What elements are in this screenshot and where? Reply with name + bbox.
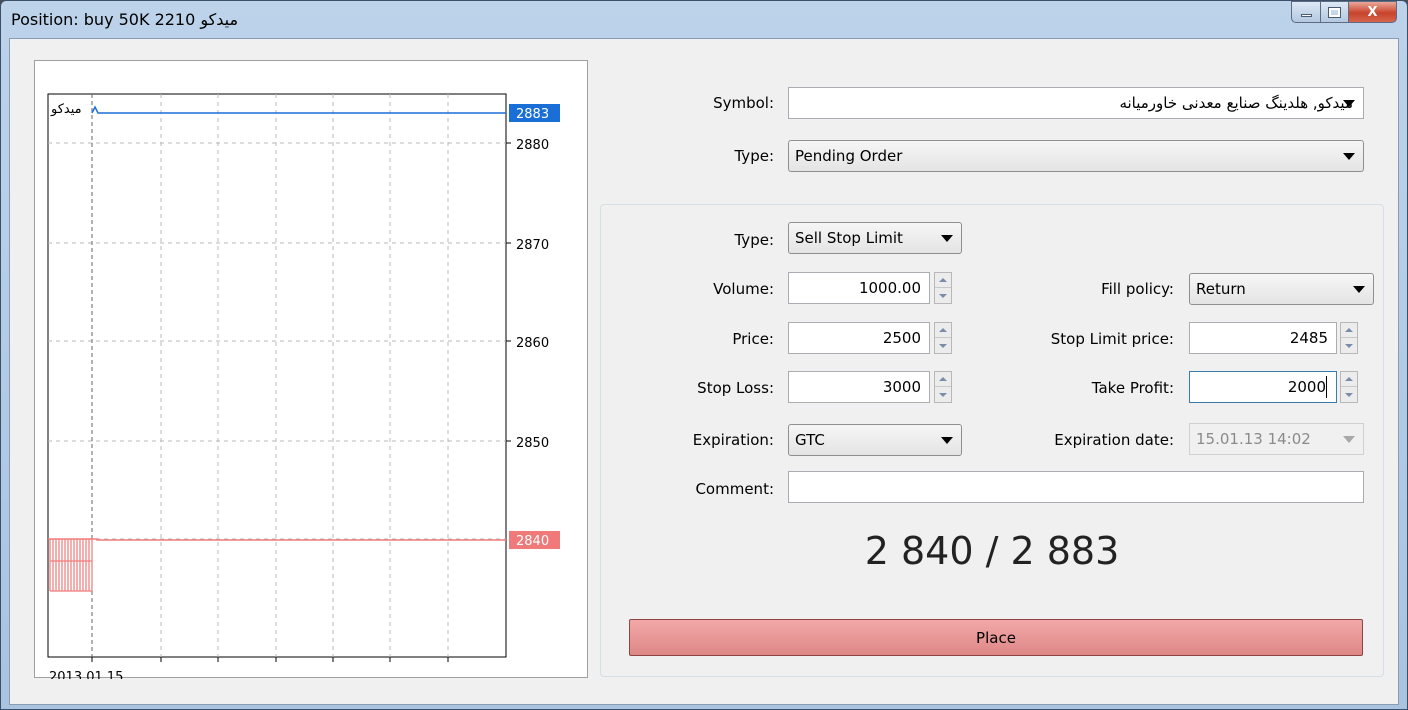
minimize-icon (1300, 14, 1312, 17)
volume-label: Volume: (713, 280, 774, 298)
bid-price-label: 2840 (516, 534, 549, 549)
chevron-down-icon (1343, 100, 1355, 107)
price-stepper[interactable] (934, 322, 952, 354)
stop-limit-price-field[interactable]: 2485 (1189, 322, 1337, 354)
type-value: Pending Order (795, 147, 903, 165)
tick-chart-svg: 2880 2870 2860 2850 2883 2840 میدکو 2013… (47, 93, 560, 679)
chevron-down-icon (1353, 286, 1365, 293)
close-icon: X (1367, 4, 1378, 20)
close-button[interactable]: X (1349, 1, 1397, 23)
plot-area (47, 93, 507, 658)
expiration-date-value: 15.01.13 14:02 (1196, 430, 1311, 448)
chevron-down-icon (941, 235, 953, 242)
stop-limit-price-label: Stop Limit price: (1050, 330, 1174, 348)
minimize-button[interactable] (1291, 1, 1321, 23)
comment-label: Comment: (695, 480, 774, 498)
x-date-label: 2013.01.15 (49, 670, 123, 679)
y-tick-label: 2860 (516, 336, 549, 351)
stop-limit-decrement[interactable] (1341, 338, 1357, 353)
expiration-date-picker: 15.01.13 14:02 (1189, 423, 1364, 455)
bid-ticks (49, 539, 93, 592)
price-increment[interactable] (935, 323, 951, 338)
expiration-label: Expiration: (692, 431, 774, 449)
expiration-value: GTC (795, 431, 825, 449)
stop-loss-field[interactable]: 3000 (788, 371, 930, 403)
stop-limit-stepper[interactable] (1340, 322, 1358, 354)
fill-policy-select[interactable]: Return (1189, 273, 1374, 305)
caption-buttons: X (1291, 1, 1397, 23)
fill-policy-value: Return (1196, 280, 1246, 298)
take-profit-stepper[interactable] (1340, 371, 1358, 403)
bid-ask-quote: 2 840 / 2 883 (864, 529, 1120, 573)
volume-field[interactable]: 1000.00 (788, 272, 930, 304)
type-select[interactable]: Pending Order (788, 140, 1364, 172)
volume-stepper[interactable] (934, 272, 952, 304)
type-label: Type: (734, 147, 774, 165)
symbol-label: Symbol: (713, 94, 774, 112)
text-caret (1326, 376, 1327, 398)
take-profit-increment[interactable] (1341, 372, 1357, 387)
chevron-down-icon (1343, 436, 1355, 443)
chart-symbol-label: میدکو (50, 102, 82, 117)
ask-price-label: 2883 (516, 107, 549, 122)
chevron-down-icon (941, 437, 953, 444)
order-type-label: Type: (734, 231, 774, 249)
volume-increment[interactable] (935, 273, 951, 288)
stop-loss-stepper[interactable] (934, 371, 952, 403)
take-profit-label: Take Profit: (1091, 379, 1174, 397)
order-type-select[interactable]: Sell Stop Limit (788, 222, 962, 254)
price-field[interactable]: 2500 (788, 322, 930, 354)
place-button[interactable]: Place (629, 619, 1363, 656)
stop-limit-increment[interactable] (1341, 323, 1357, 338)
y-tick-label: 2850 (516, 436, 549, 451)
take-profit-field[interactable]: 2000 (1189, 371, 1337, 403)
y-tick-label: 2880 (516, 138, 549, 153)
take-profit-decrement[interactable] (1341, 387, 1357, 402)
order-window: Position: buy 50K 2210 میدکو X 2880 2870… (0, 0, 1408, 710)
comment-field[interactable] (788, 471, 1364, 503)
fill-policy-label: Fill policy: (1101, 280, 1174, 298)
dialog-client-area: 2880 2870 2860 2850 2883 2840 میدکو 2013… (9, 38, 1399, 705)
expiration-date-label: Expiration date: (1054, 431, 1174, 449)
symbol-value: میدکو, هلدینگ صنایع معدنی خاورمیانه (1119, 94, 1353, 112)
price-decrement[interactable] (935, 338, 951, 353)
y-tick-label: 2870 (516, 238, 549, 253)
price-label: Price: (732, 330, 774, 348)
stop-loss-decrement[interactable] (935, 387, 951, 402)
stop-loss-label: Stop Loss: (697, 379, 774, 397)
tick-chart: 2880 2870 2860 2850 2883 2840 میدکو 2013… (34, 60, 588, 679)
order-type-value: Sell Stop Limit (795, 229, 903, 247)
volume-decrement[interactable] (935, 288, 951, 303)
maximize-button[interactable] (1321, 1, 1349, 23)
chevron-down-icon (1343, 153, 1355, 160)
symbol-select[interactable]: میدکو, هلدینگ صنایع معدنی خاورمیانه (788, 87, 1364, 119)
title-bar[interactable]: Position: buy 50K 2210 میدکو X (1, 1, 1407, 37)
maximize-icon (1328, 6, 1341, 18)
expiration-select[interactable]: GTC (788, 424, 962, 456)
stop-loss-increment[interactable] (935, 372, 951, 387)
window-title: Position: buy 50K 2210 میدکو (11, 10, 239, 29)
